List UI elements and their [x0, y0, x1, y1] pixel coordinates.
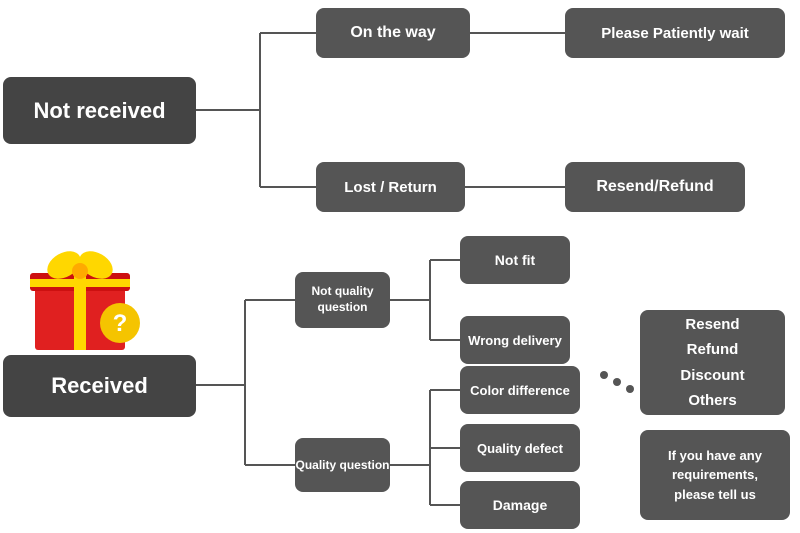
not-quality-node: Not quality question — [295, 272, 390, 328]
not-fit-node: Not fit — [460, 236, 570, 284]
if-requirements-node: If you have any requirements, please tel… — [640, 430, 790, 520]
not-received-node: Not received — [3, 77, 196, 144]
color-difference-node: Color difference — [460, 366, 580, 414]
gift-icon: ? — [20, 235, 150, 355]
svg-text:?: ? — [113, 310, 128, 337]
wrong-delivery-node: Wrong delivery — [460, 316, 570, 364]
received-node: Received — [3, 355, 196, 417]
resend-refund-top-node: Resend/Refund — [565, 162, 745, 212]
please-wait-node: Please Patiently wait — [565, 8, 785, 58]
resend-options-node: Resend Refund Discount Others — [640, 310, 785, 415]
on-the-way-node: On the way — [316, 8, 470, 58]
quality-defect-node: Quality defect — [460, 424, 580, 472]
lost-return-node: Lost / Return — [316, 162, 465, 212]
damage-node: Damage — [460, 481, 580, 529]
diagram: Not received On the way Please Patiently… — [0, 0, 800, 533]
quality-question-node: Quality question — [295, 438, 390, 492]
